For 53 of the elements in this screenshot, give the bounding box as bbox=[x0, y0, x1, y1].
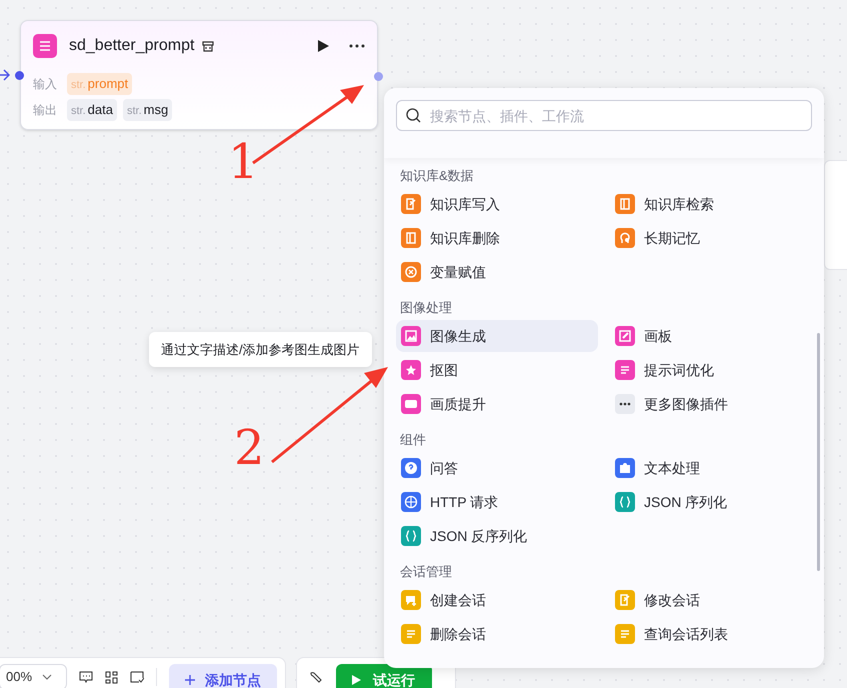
search-field[interactable]: 搜索节点、插件、工作流 bbox=[396, 100, 812, 131]
node-item[interactable]: 提示词优化 bbox=[610, 354, 812, 386]
chevron-down-icon bbox=[42, 674, 52, 680]
node-item[interactable]: 画板 bbox=[610, 320, 812, 352]
annotation-number: 1 bbox=[228, 138, 259, 186]
add-node-button[interactable]: 添加节点 bbox=[169, 664, 277, 688]
node-item[interactable]: 问答 bbox=[396, 452, 598, 484]
play-icon bbox=[352, 675, 361, 685]
section-title: 图像处理 bbox=[399, 299, 453, 317]
section-title: 组件 bbox=[399, 431, 427, 449]
node-item[interactable]: JSON 序列化 bbox=[610, 486, 812, 518]
node-item[interactable]: 删除会话 bbox=[396, 618, 598, 650]
node-item[interactable]: 文本处理 bbox=[610, 452, 812, 484]
port-label: 输入 bbox=[33, 76, 57, 93]
section-title: 知识库&数据 bbox=[399, 167, 475, 185]
node-item[interactable]: 画质提升 bbox=[396, 388, 598, 420]
node-item[interactable]: HTTP 请求 bbox=[396, 486, 598, 518]
node-item[interactable]: 变量赋值 bbox=[396, 256, 598, 288]
type-label: str. bbox=[71, 78, 86, 94]
type-label: str. bbox=[71, 104, 86, 120]
node-item[interactable]: 查询会话列表 bbox=[610, 618, 812, 650]
parameter-name: msg bbox=[144, 101, 168, 120]
zoom-select[interactable]: 00% bbox=[0, 664, 67, 688]
node-item[interactable]: 创建会话 bbox=[396, 584, 598, 616]
search-icon bbox=[406, 108, 421, 123]
parameter-name: data bbox=[88, 101, 113, 120]
parameter-name: prompt bbox=[88, 75, 128, 94]
tooltip: 通过文字描述/添加参考图生成图片 bbox=[149, 332, 372, 367]
type-label: str. bbox=[126, 104, 142, 120]
port-label: 输出 bbox=[33, 102, 57, 119]
annotation-number: 2 bbox=[234, 424, 265, 472]
node-item[interactable]: 抠图 bbox=[396, 354, 598, 386]
edge-arrow-icon bbox=[0, 69, 10, 81]
node-item[interactable]: 知识库检索 bbox=[610, 188, 812, 220]
node-item[interactable]: 知识库写入 bbox=[396, 188, 598, 220]
node-item[interactable]: JSON 反序列化 bbox=[396, 520, 598, 552]
zoom-value: 00% bbox=[6, 668, 32, 686]
node-item[interactable]: 图像生成 bbox=[396, 320, 598, 352]
node-title: sd_better_prompt bbox=[69, 36, 194, 56]
node-item[interactable]: 修改会话 bbox=[610, 584, 812, 616]
store-icon bbox=[202, 40, 214, 52]
more-icon[interactable] bbox=[349, 44, 365, 48]
plus-icon bbox=[185, 675, 195, 685]
node-item[interactable]: 长期记忆 bbox=[610, 222, 812, 254]
section-title: 会话管理 bbox=[399, 563, 453, 581]
node-item[interactable]: 更多图像插件 bbox=[610, 388, 812, 420]
input-port[interactable] bbox=[15, 71, 24, 80]
node-item[interactable]: 知识库删除 bbox=[396, 222, 598, 254]
list-icon bbox=[33, 34, 57, 58]
play-icon[interactable] bbox=[318, 40, 329, 52]
comment-icon[interactable] bbox=[79, 670, 93, 684]
scrollbar[interactable] bbox=[817, 333, 820, 571]
grid-icon[interactable] bbox=[105, 670, 118, 684]
